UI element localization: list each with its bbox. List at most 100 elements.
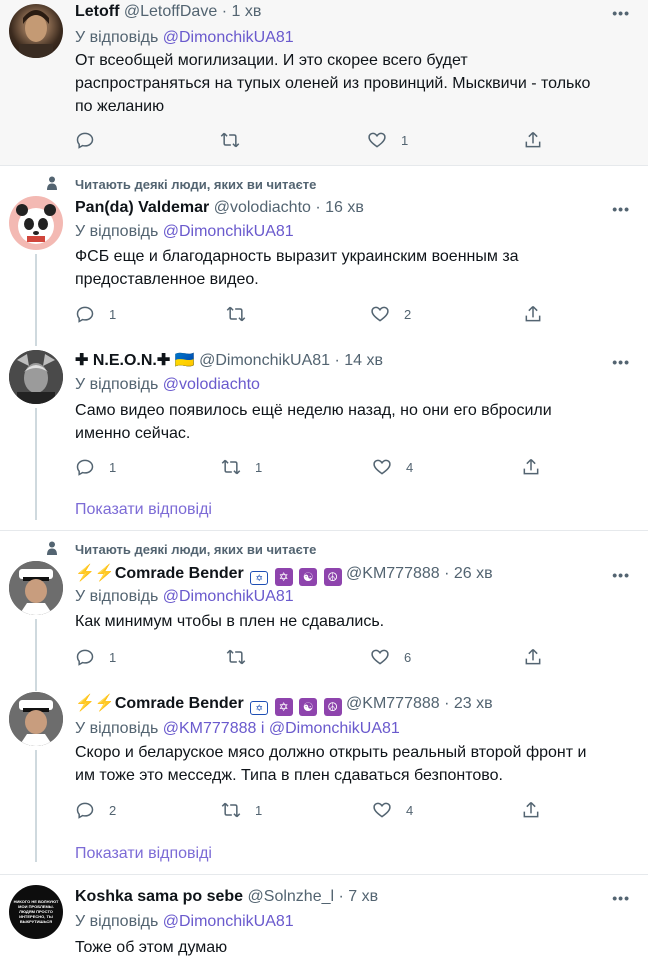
star-of-david-icon: ✡ — [274, 568, 293, 586]
author-name[interactable]: ⚡⚡Comrade Bender — [75, 695, 244, 712]
author-name[interactable]: Koshka sama po sebe — [75, 888, 243, 905]
star-of-david-icon: ✡ — [274, 698, 293, 716]
mention-link[interactable]: @DimonchikUA81 — [163, 223, 294, 240]
avatar[interactable] — [9, 692, 63, 746]
reply-context: У відповідь @volodiachto — [75, 375, 260, 395]
more-options-icon[interactable]: ••• — [612, 568, 630, 582]
social-context[interactable]: Читають деякі люди, яких ви читаєте — [75, 542, 316, 558]
reply-count: 2 — [109, 802, 117, 818]
separator-dot: · — [444, 695, 450, 712]
reply-count: 1 — [109, 459, 117, 475]
timestamp[interactable]: 7 хв — [348, 888, 378, 905]
share-button[interactable] — [521, 799, 541, 821]
reply-button[interactable]: 1 — [75, 303, 116, 325]
author-name[interactable]: ✚ N.E.O.N.✚ — [75, 352, 170, 369]
tweet-1[interactable]: Letoff @LetoffDave · 1 хв ••• У відповід… — [0, 0, 648, 165]
reply-button[interactable]: 1 — [75, 456, 116, 478]
more-options-icon[interactable]: ••• — [612, 891, 630, 905]
tweet-text: Скоро и беларуское мясо должно открыть р… — [75, 744, 587, 784]
action-bar: 2 1 4 — [75, 799, 575, 821]
mention-link[interactable]: @DimonchikUA81 — [163, 588, 294, 605]
author-handle[interactable]: @DimonchikUA81 — [199, 352, 330, 369]
heart-icon — [368, 132, 386, 148]
heart-icon — [371, 649, 389, 665]
avatar-caption: НИКОГО НЕ ВОЛНУЮТ МОИ ПРОБЛЕМЫ. ЛЮДЯМ ПР… — [13, 899, 59, 924]
retweet-icon — [226, 649, 246, 665]
retweet-button[interactable]: 1 — [221, 456, 262, 478]
retweet-icon — [226, 306, 246, 322]
avatar[interactable] — [9, 196, 63, 250]
share-button[interactable] — [523, 646, 543, 668]
share-button[interactable] — [523, 303, 543, 325]
like-button[interactable]: 2 — [370, 303, 411, 325]
mention-link[interactable]: @DimonchikUA81 — [163, 29, 294, 46]
social-context[interactable]: Читають деякі люди, яких ви читаєте — [75, 177, 316, 193]
retweet-count: 1 — [255, 802, 263, 818]
reply-icon — [76, 132, 94, 149]
timestamp[interactable]: 1 хв — [231, 3, 261, 20]
divider — [0, 165, 648, 166]
timestamp[interactable]: 14 хв — [344, 352, 383, 369]
tweet-text: От всеобщей могилизации. И это скорее вс… — [75, 52, 591, 115]
heart-icon — [373, 459, 391, 475]
avatar-image — [9, 561, 63, 615]
avatar[interactable] — [9, 4, 63, 58]
more-options-icon[interactable]: ••• — [612, 202, 630, 216]
yin-yang-icon: ☯ — [299, 698, 318, 716]
mention-link-2[interactable]: @DimonchikUA81 — [269, 720, 400, 737]
avatar[interactable]: НИКОГО НЕ ВОЛНУЮТ МОИ ПРОБЛЕМЫ. ЛЮДЯМ ПР… — [9, 885, 63, 939]
tweet-header: ✚ N.E.O.N.✚ 🇺🇦 @DimonchikUA81 · 14 хв — [75, 351, 383, 371]
thread-line — [35, 408, 37, 520]
retweet-count: 1 — [255, 459, 263, 475]
more-options-icon[interactable]: ••• — [612, 355, 630, 369]
show-replies-link[interactable]: Показати відповіді — [75, 500, 212, 520]
separator-dot: · — [221, 3, 228, 20]
author-handle[interactable]: @LetoffDave — [124, 3, 217, 20]
avatar[interactable] — [9, 561, 63, 615]
separator-dot: · — [338, 888, 344, 905]
thread-line — [35, 750, 37, 862]
like-count: 4 — [406, 802, 414, 818]
share-button[interactable] — [523, 129, 543, 151]
retweet-button[interactable] — [226, 646, 246, 668]
show-replies-link[interactable]: Показати відповіді — [75, 844, 212, 864]
reply-prefix: У відповідь — [75, 223, 159, 240]
reply-prefix: У відповідь — [75, 720, 159, 737]
reply-button[interactable]: 2 — [75, 799, 116, 821]
mention-link[interactable]: @volodiachto — [163, 376, 260, 393]
retweet-button[interactable] — [226, 303, 246, 325]
retweet-button[interactable]: 1 — [221, 799, 262, 821]
reply-context: У відповідь @DimonchikUA81 — [75, 222, 294, 242]
reply-count: 1 — [109, 306, 117, 322]
reply-prefix: У відповідь — [75, 29, 159, 46]
author-name[interactable]: ⚡⚡Comrade Bender — [75, 565, 244, 582]
timestamp[interactable]: 26 хв — [454, 565, 493, 582]
share-button[interactable] — [521, 456, 541, 478]
like-button[interactable]: 6 — [370, 646, 411, 668]
author-handle[interactable]: @KM777888 — [346, 695, 440, 712]
israel-flag-icon: ✡ — [250, 701, 269, 715]
share-icon — [525, 305, 541, 322]
author-handle[interactable]: @KM777888 — [346, 565, 440, 582]
mention-link[interactable]: @DimonchikUA81 — [163, 913, 294, 930]
author-handle[interactable]: @volodiachto — [214, 199, 311, 216]
divider — [0, 530, 648, 531]
author-name[interactable]: Pan(da) Valdemar — [75, 199, 209, 216]
like-button[interactable]: 4 — [372, 456, 413, 478]
reply-icon — [76, 802, 94, 819]
timestamp[interactable]: 16 хв — [325, 199, 364, 216]
more-options-icon[interactable]: ••• — [612, 6, 630, 20]
author-handle[interactable]: @Solnzhe_l — [248, 888, 335, 905]
timestamp[interactable]: 23 хв — [454, 695, 493, 712]
reply-button[interactable] — [75, 129, 95, 151]
avatar[interactable] — [9, 350, 63, 404]
action-bar: 1 — [75, 129, 575, 151]
author-name[interactable]: Letoff — [75, 3, 119, 20]
reply-button[interactable]: 1 — [75, 646, 116, 668]
like-count: 6 — [404, 649, 412, 665]
retweet-button[interactable] — [220, 129, 240, 151]
like-button[interactable]: 1 — [367, 129, 408, 151]
reply-icon — [76, 459, 94, 476]
like-button[interactable]: 4 — [372, 799, 413, 821]
mention-link[interactable]: @KM777888 — [163, 720, 257, 737]
